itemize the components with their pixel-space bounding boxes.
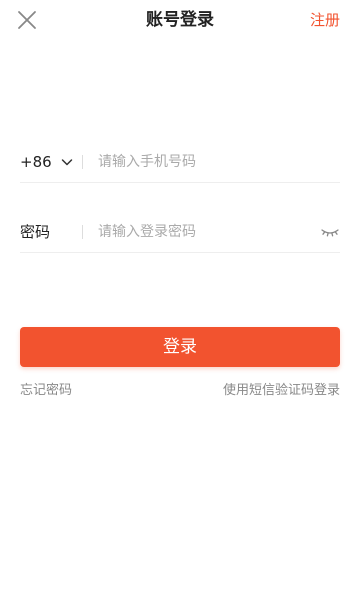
country-code-label: +86	[20, 153, 52, 171]
eye-closed-icon[interactable]	[320, 224, 340, 240]
password-row: 密码	[20, 212, 340, 253]
password-input[interactable]	[98, 220, 310, 244]
sms-login-link[interactable]: 使用短信验证码登录	[223, 382, 340, 400]
header-bar: 账号登录 注册	[0, 0, 360, 40]
login-page: 账号登录 注册 +86 密码 登录 忘记密码 使用短信验证码登录	[0, 0, 360, 600]
close-icon[interactable]	[16, 9, 38, 31]
country-code-selector[interactable]: +86	[20, 152, 73, 172]
field-divider	[82, 155, 83, 169]
register-link[interactable]: 注册	[310, 10, 340, 30]
phone-row: +86	[20, 142, 340, 183]
chevron-down-icon	[61, 159, 72, 166]
field-divider	[82, 225, 83, 239]
page-title: 账号登录	[146, 10, 214, 30]
forgot-password-link[interactable]: 忘记密码	[20, 382, 72, 400]
phone-input[interactable]	[98, 150, 310, 174]
login-button[interactable]: 登录	[20, 327, 340, 367]
password-label: 密码	[20, 223, 51, 241]
